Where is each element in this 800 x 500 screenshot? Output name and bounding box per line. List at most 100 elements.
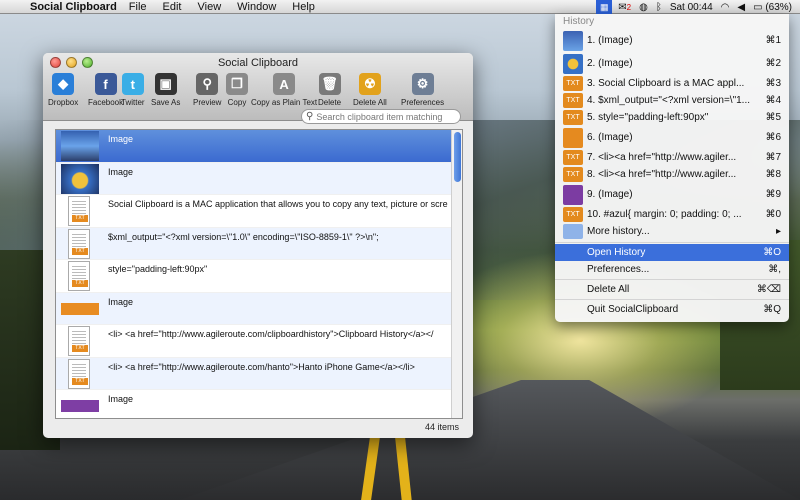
menu-action-label: Preferences... [587, 264, 650, 275]
zoom-button[interactable] [82, 57, 93, 68]
history-item-3[interactable]: TXT 3. Social Clipboard is a MAC appl... ⌘… [555, 75, 789, 92]
toolbar-label: Preview [193, 98, 222, 107]
menu-action-shortcut: ⌘, [768, 264, 781, 275]
toolbar-label: Save As [151, 98, 181, 107]
menu-edit[interactable]: Edit [163, 1, 182, 13]
list-item[interactable]: Image [56, 162, 462, 195]
history-item-shortcut: ⌘6 [765, 132, 781, 143]
mail-icon[interactable]: ✉2 [618, 2, 631, 13]
toolbar-dropbox-button[interactable]: ◆ Dropbox [48, 73, 78, 107]
radiation-icon: ☢ [358, 73, 381, 95]
clock[interactable]: Sat 00:44 [670, 2, 713, 13]
social-clipboard-status-icon[interactable]: ▦ [596, 0, 613, 14]
text-file-icon: TXT [58, 358, 102, 390]
menu-action-label: Delete All [587, 284, 630, 295]
menu-action-label: Quit SocialClipboard [587, 304, 679, 315]
toolbar-label: Copy as Plain Text [251, 98, 318, 107]
image-icon [563, 53, 583, 74]
history-item-label: 5. style="padding-left:90px" [587, 112, 709, 123]
document-lines [72, 331, 86, 345]
history-item-label: 6. (Image) [587, 132, 633, 143]
toolbar-facebook-button[interactable]: f Facebook [88, 73, 123, 107]
app-menu[interactable]: Social Clipboard [30, 1, 117, 13]
search-icon: ⚲ [306, 111, 314, 122]
history-item-2[interactable]: 2. (Image) ⌘2 [555, 52, 789, 75]
scroll-thumb[interactable] [454, 132, 461, 182]
list-item-text: Image [108, 134, 134, 144]
list-item[interactable]: TXT $xml_output="<?xml version=\"1.0\" en… [56, 227, 462, 260]
list-item[interactable]: TXT <li> <a href="http://www.agileroute.c… [56, 325, 462, 358]
image-icon [563, 30, 583, 51]
close-button[interactable] [50, 57, 61, 68]
toolbar-gear-button[interactable]: ⚙ Preferences [401, 73, 444, 107]
menu-action-open-history[interactable]: Open History ⌘O [555, 244, 789, 261]
toolbar-copy-plain-text-button[interactable]: A Copy as Plain Text [251, 73, 317, 107]
copy-plain-text-icon: A [273, 73, 296, 95]
search-field[interactable]: ⚲ Search clipboard item matching [301, 109, 461, 124]
volume-icon[interactable]: ◀ [737, 2, 745, 13]
menu-action-preferences[interactable]: Preferences... ⌘, [555, 261, 789, 278]
document-icon: TXT [68, 326, 90, 356]
gear-icon: ⚙ [411, 73, 434, 95]
toolbar-radiation-button[interactable]: ☢ Delete All [353, 73, 387, 107]
toolbar-twitter-button[interactable]: t Twitter [121, 73, 145, 107]
history-item-shortcut: ⌘1 [765, 35, 781, 46]
list-item[interactable]: Image [56, 390, 462, 418]
image-thumbnail [58, 130, 102, 162]
history-item-5[interactable]: TXT 5. style="padding-left:90px" ⌘5 [555, 109, 789, 126]
battery-icon[interactable]: ▭ (63%) [753, 2, 792, 13]
menu-action-quit-socialclipboard[interactable]: Quit SocialClipboard ⌘Q [555, 301, 789, 318]
history-item-4[interactable]: TXT 4. $xml_output="<?xml version=\"1... ⌘… [555, 92, 789, 109]
menu-action-delete-all[interactable]: Delete All ⌘⌫ [555, 281, 789, 298]
twitter-icon: t [121, 73, 144, 95]
minimize-button[interactable] [66, 57, 77, 68]
menu-header-history: History [563, 16, 595, 27]
image-preview [61, 400, 99, 412]
menu-help[interactable]: Help [292, 1, 315, 13]
facebook-icon: f [94, 73, 117, 95]
menu-view[interactable]: View [198, 1, 222, 13]
clipboard-item-list[interactable]: Image Image TXT Social Clipboard is a MAC a… [55, 129, 463, 419]
list-item[interactable]: Image [56, 292, 462, 325]
menu-action-shortcut: ⌘O [763, 247, 781, 258]
wifi-icon[interactable]: ◠ [721, 2, 730, 13]
globe-icon[interactable]: ◍ [639, 2, 648, 13]
document-lines [72, 201, 86, 215]
menu-file[interactable]: File [129, 1, 147, 13]
menu-indent [563, 282, 583, 297]
history-item-label: 8. <li><a href="http://www.agiler... [587, 169, 737, 180]
list-item[interactable]: TXT style="padding-left:90px" [56, 260, 462, 293]
vertical-scrollbar[interactable] [451, 130, 462, 418]
menu-separator [555, 279, 789, 280]
list-item[interactable]: TXT <li> <a href="http://www.agileroute.c… [56, 357, 462, 390]
trash-icon: 🗑 [318, 73, 341, 95]
document-lines [72, 363, 86, 378]
history-item-6[interactable]: 6. (Image) ⌘6 [555, 126, 789, 149]
history-item-8[interactable]: TXT 8. <li><a href="http://www.agiler... ⌘… [555, 166, 789, 183]
history-item-label: 3. Social Clipboard is a MAC appl... [587, 78, 745, 89]
window-title: Social Clipboard [217, 57, 299, 69]
txt-icon: TXT [563, 150, 583, 165]
toolbar-save-button[interactable]: ▣ Save As [151, 73, 180, 107]
list-item[interactable]: Image [56, 130, 462, 163]
list-item-text: Image [108, 166, 134, 177]
image-thumbnail [58, 163, 102, 195]
bluetooth-icon[interactable]: ᛒ [656, 2, 662, 13]
toolbar-trash-button[interactable]: 🗑 Delete [318, 73, 341, 107]
history-item-11[interactable]: More history... ▸ [555, 223, 789, 240]
txt-icon: TXT [563, 93, 583, 108]
history-item-label: 10. #azul{ margin: 0; padding: 0; ... [587, 209, 742, 220]
toolbar-copy-button[interactable]: ❐ Copy [226, 73, 248, 107]
menu-window[interactable]: Window [237, 1, 276, 13]
history-item-1[interactable]: 1. (Image) ⌘1 [555, 29, 789, 52]
search-placeholder: Search clipboard item matching [316, 111, 443, 122]
history-item-label: 9. (Image) [587, 189, 633, 200]
history-item-shortcut: ⌘8 [765, 169, 781, 180]
list-item[interactable]: TXT Social Clipboard is a MAC application… [56, 195, 462, 228]
history-item-7[interactable]: TXT 7. <li><a href="http://www.agiler... ⌘… [555, 149, 789, 166]
history-item-shortcut: ⌘2 [765, 58, 781, 69]
toolbar-preview-button[interactable]: ⚲ Preview [193, 73, 221, 107]
history-item-9[interactable]: 9. (Image) ⌘9 [555, 183, 789, 206]
history-item-10[interactable]: TXT 10. #azul{ margin: 0; padding: 0; ...… [555, 206, 789, 223]
history-item-shortcut: ⌘4 [765, 95, 781, 106]
